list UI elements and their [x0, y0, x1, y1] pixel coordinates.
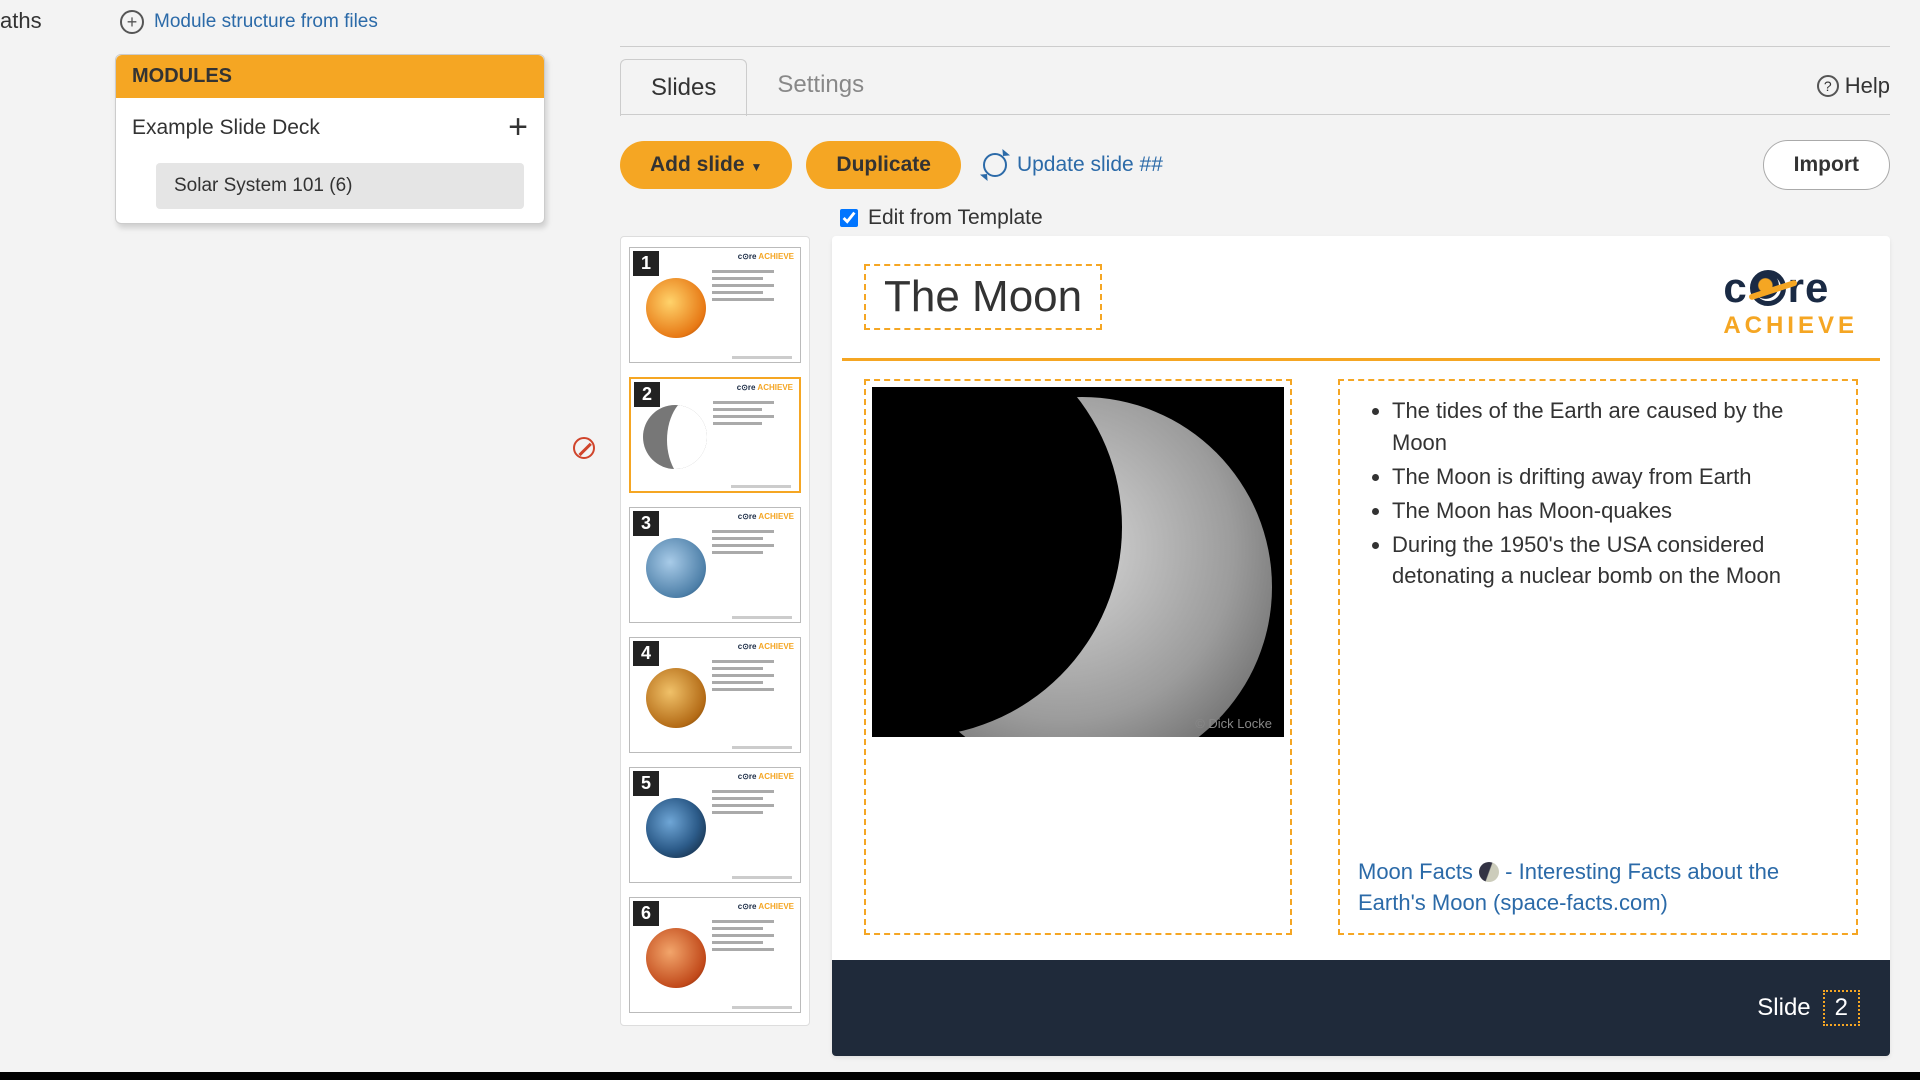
- thumb-number: 6: [633, 901, 659, 926]
- brand-logo: cre ACHIEVE: [1723, 264, 1858, 340]
- taskbar-edge: [0, 1072, 1920, 1080]
- top-divider: [620, 46, 1890, 47]
- image-credit: © Dick Locke: [1195, 716, 1272, 731]
- mini-logo: c⊙re ACHIEVE: [738, 902, 794, 911]
- orb-icon: [1750, 270, 1786, 306]
- help-label: Help: [1845, 73, 1890, 99]
- source-link[interactable]: Moon Facts - Interesting Facts about the…: [1358, 857, 1838, 919]
- thumb-number: 1: [633, 251, 659, 276]
- bullet-item: The Moon has Moon-quakes: [1392, 495, 1838, 527]
- thumb-5[interactable]: 5 c⊙re ACHIEVE: [629, 767, 801, 883]
- plus-circle-icon: +: [120, 10, 144, 34]
- module-item-deck[interactable]: Example Slide Deck +: [116, 98, 544, 157]
- mini-logo: c⊙re ACHIEVE: [738, 512, 794, 521]
- edit-template-label: Edit from Template: [868, 206, 1043, 230]
- brand-achieve: ACHIEVE: [1723, 312, 1858, 340]
- modules-header: MODULES: [116, 55, 544, 98]
- help-icon: ?: [1817, 75, 1839, 97]
- slide-title-input[interactable]: The Moon: [864, 264, 1102, 330]
- mini-logo: c⊙re ACHIEVE: [738, 252, 794, 261]
- mini-logo: c⊙re ACHIEVE: [738, 772, 794, 781]
- slide-image-box[interactable]: © Dick Locke: [864, 379, 1292, 935]
- slide-canvas: The Moon cre ACHIEVE © Dick Locke: [832, 236, 1890, 1056]
- tabs: Slides Settings: [620, 57, 894, 115]
- bullet-list: The tides of the Earth are caused by the…: [1358, 395, 1838, 594]
- thumbnail-strip: 1 c⊙re ACHIEVE 2 c⊙re ACHIEVE 3 c⊙re ACH…: [620, 236, 810, 1026]
- mini-image-moon: [643, 405, 707, 469]
- mini-logo: c⊙re ACHIEVE: [737, 383, 793, 392]
- no-drop-icon: [573, 437, 595, 459]
- thumb-2[interactable]: 2 c⊙re ACHIEVE: [629, 377, 801, 493]
- caret-down-icon: ▼: [751, 160, 763, 174]
- update-slide-label: Update slide ##: [1017, 153, 1163, 177]
- mini-image-venus: [646, 668, 706, 728]
- thumb-number: 3: [633, 511, 659, 536]
- moon-emoji-icon: [1479, 862, 1499, 882]
- tabs-underline: [620, 114, 1890, 115]
- thumb-4[interactable]: 4 c⊙re ACHIEVE: [629, 637, 801, 753]
- toolbar: Add slide▼ Duplicate Update slide ## Imp…: [620, 140, 1890, 190]
- thumb-1[interactable]: 1 c⊙re ACHIEVE: [629, 247, 801, 363]
- edit-template-row: Edit from Template: [840, 206, 1890, 230]
- thumb-6[interactable]: 6 c⊙re ACHIEVE: [629, 897, 801, 1013]
- mini-image-earth: [646, 798, 706, 858]
- thumb-number: 2: [634, 382, 660, 407]
- bullet-item: The tides of the Earth are caused by the…: [1392, 395, 1838, 459]
- duplicate-button[interactable]: Duplicate: [806, 141, 961, 189]
- modules-panel: MODULES Example Slide Deck + Solar Syste…: [115, 54, 545, 224]
- bullet-item: The Moon is drifting away from Earth: [1392, 461, 1838, 493]
- nav-fragment: aths: [0, 8, 42, 34]
- thumb-number: 5: [633, 771, 659, 796]
- moon-image: © Dick Locke: [872, 387, 1284, 737]
- slide-footer-label: Slide: [1757, 994, 1810, 1022]
- import-button[interactable]: Import: [1763, 140, 1890, 190]
- module-structure-label[interactable]: Module structure from files: [154, 11, 378, 33]
- mini-image-mars: [646, 928, 706, 988]
- slide-number[interactable]: 2: [1823, 990, 1860, 1026]
- brand-core: cre: [1723, 264, 1858, 312]
- mini-image-sun: [646, 278, 706, 338]
- module-item-label: Example Slide Deck: [132, 116, 320, 140]
- tab-slides[interactable]: Slides: [620, 59, 747, 116]
- thumb-number: 4: [633, 641, 659, 666]
- slide-footer: Slide 2: [832, 960, 1890, 1056]
- bullet-item: During the 1950's the USA considered det…: [1392, 529, 1838, 593]
- mini-image-planet: [646, 538, 706, 598]
- refresh-icon: [983, 153, 1007, 177]
- add-slide-button[interactable]: Add slide▼: [620, 141, 792, 189]
- submodule-solar-system[interactable]: Solar System 101 (6): [156, 163, 524, 209]
- edit-template-checkbox[interactable]: [840, 209, 858, 227]
- mini-logo: c⊙re ACHIEVE: [738, 642, 794, 651]
- add-module-icon[interactable]: +: [508, 108, 528, 147]
- tab-settings[interactable]: Settings: [747, 57, 894, 115]
- thumb-3[interactable]: 3 c⊙re ACHIEVE: [629, 507, 801, 623]
- slide-text-box[interactable]: The tides of the Earth are caused by the…: [1338, 379, 1858, 935]
- help-link[interactable]: ? Help: [1817, 73, 1890, 99]
- update-slide-link[interactable]: Update slide ##: [983, 153, 1163, 177]
